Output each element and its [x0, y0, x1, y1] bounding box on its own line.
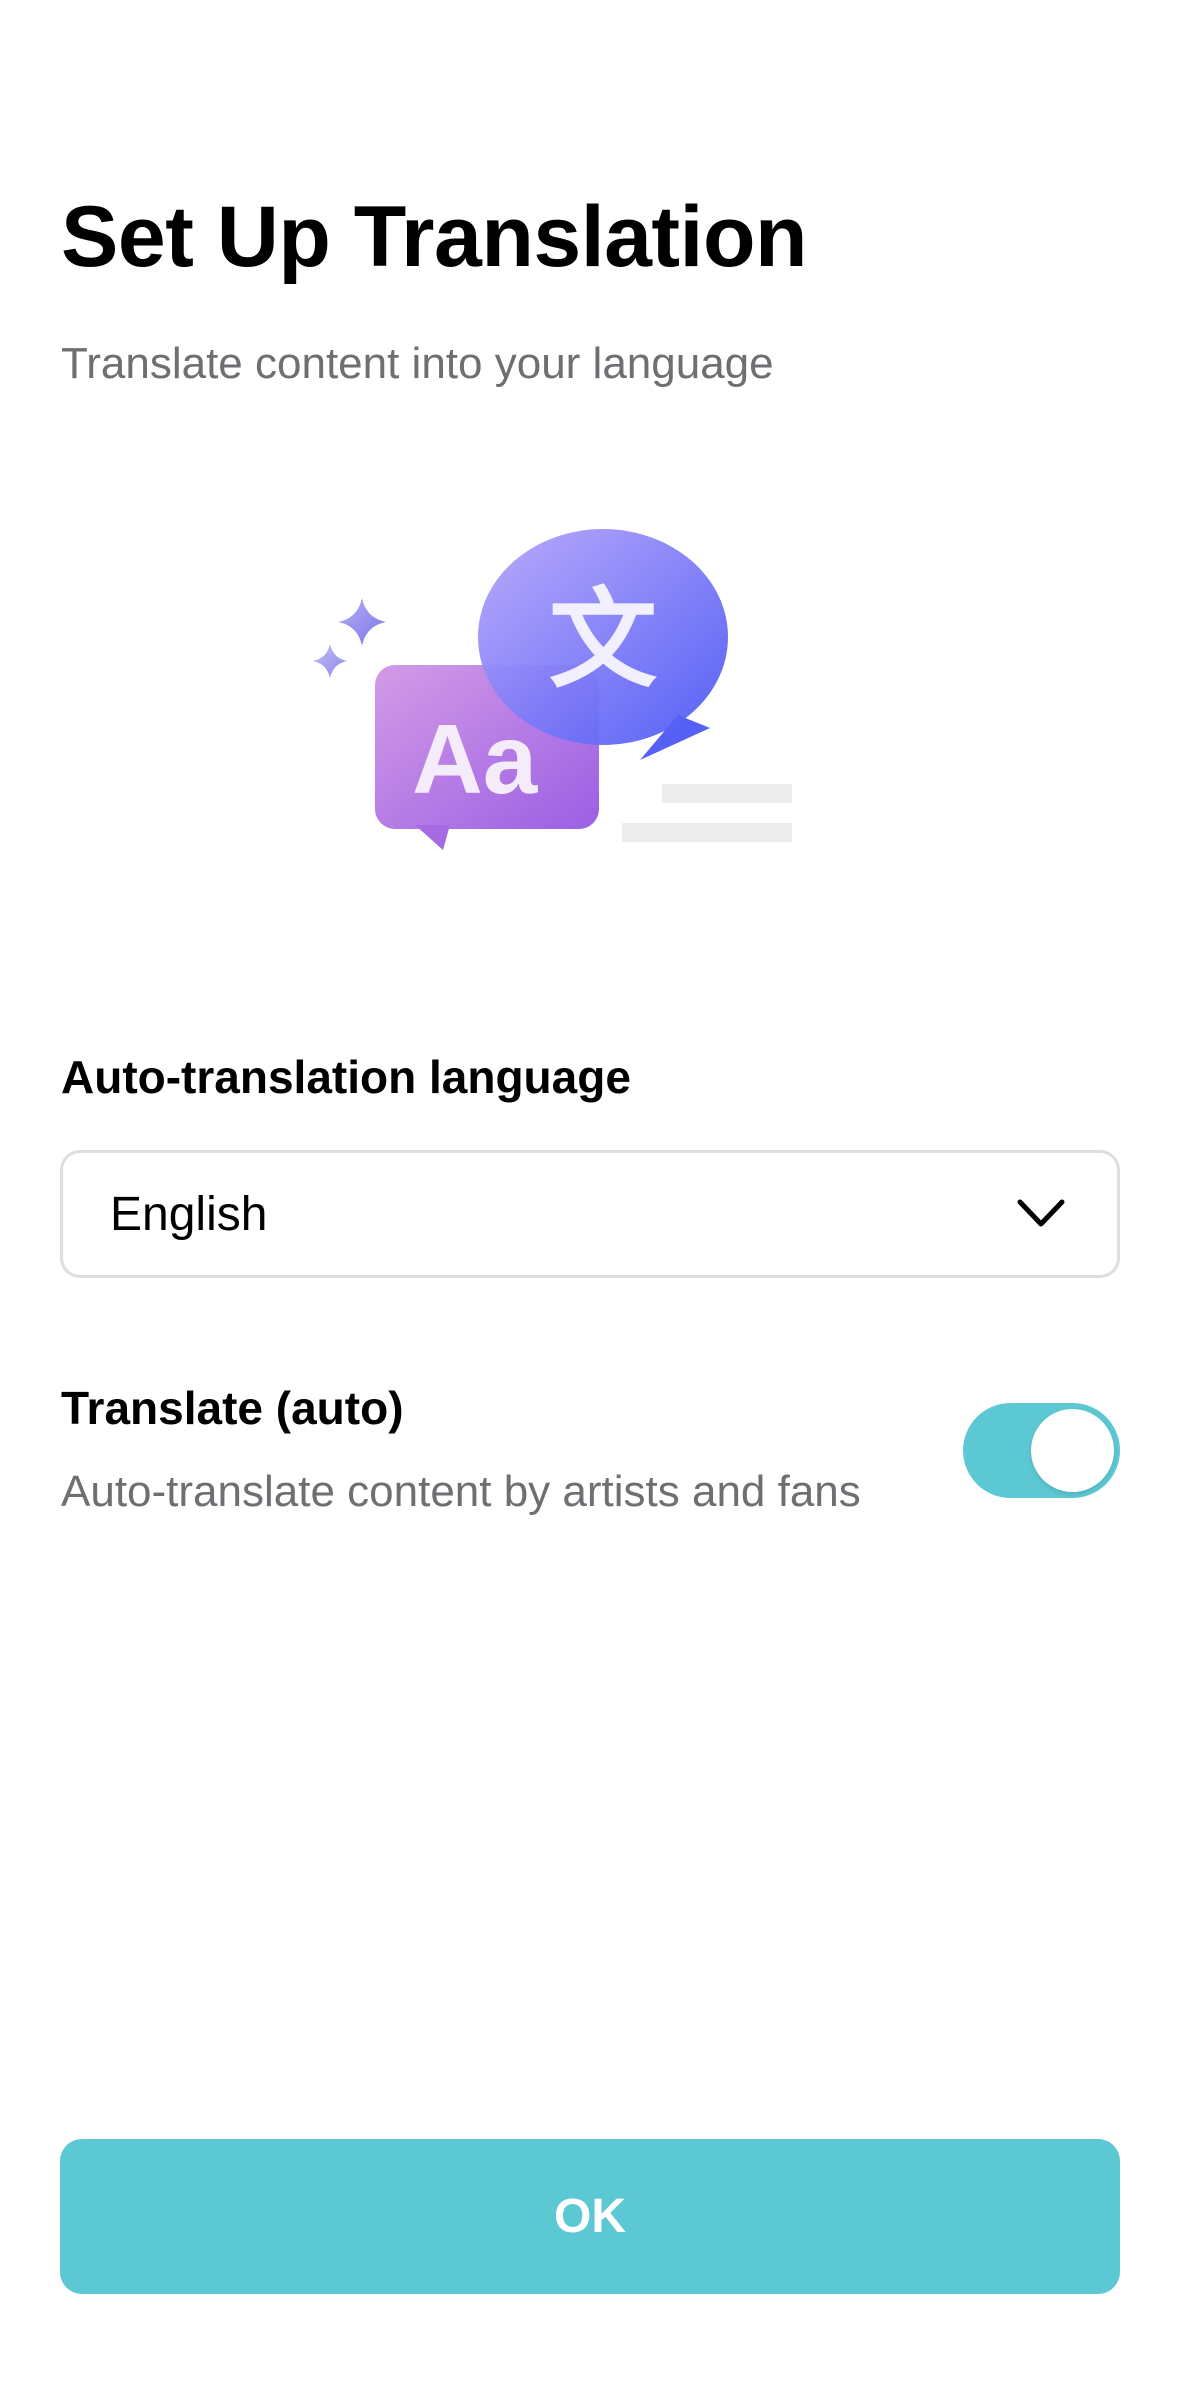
toggle-knob: [1031, 1409, 1114, 1492]
translate-bubbles-icon: Aa 文: [313, 529, 792, 850]
page-subtitle: Translate content into your language: [61, 339, 774, 388]
language-section-label: Auto-translation language: [61, 1051, 631, 1103]
text-line-bottom: [622, 823, 792, 842]
sparkle-large-icon: [338, 598, 386, 646]
text-line-top: [662, 784, 792, 803]
sparkle-small-icon: [313, 644, 347, 678]
page-title: Set Up Translation: [61, 189, 808, 285]
ok-button[interactable]: OK: [60, 2139, 1120, 2294]
auto-translate-title: Translate (auto): [61, 1382, 404, 1434]
translation-setup-screen: Set Up Translation Translate content int…: [0, 0, 1179, 2396]
auto-translate-toggle[interactable]: [963, 1403, 1120, 1498]
source-bubble-text: Aa: [412, 704, 539, 814]
language-dropdown[interactable]: English: [60, 1150, 1120, 1278]
target-bubble-text: 文: [549, 578, 657, 703]
language-selected-value: English: [110, 1187, 268, 1241]
auto-translate-description: Auto-translate content by artists and fa…: [61, 1467, 861, 1516]
chevron-down-icon: [1015, 1188, 1067, 1240]
